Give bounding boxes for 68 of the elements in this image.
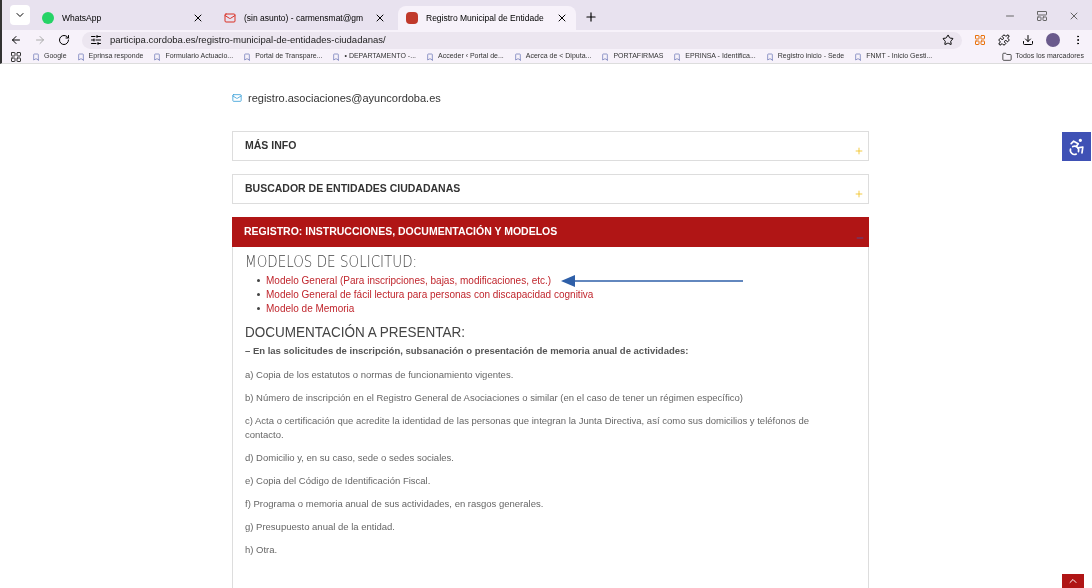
tab-title: WhatsApp — [62, 11, 103, 25]
document-item: f) Programa o memoria anual de sus actividades, en rasgos generales. — [245, 496, 545, 511]
document-item: a) Copia de los estatutos o normas de funcionamiento vigentes. — [245, 367, 515, 382]
accordion-header[interactable]: MÁS INFO — [232, 130, 869, 161]
bullet-icon — [257, 307, 260, 310]
bullet-icon — [257, 279, 260, 282]
section-heading: DOCUMENTACIÓN A PRESENTAR: — [245, 323, 467, 339]
bookmark-icon — [513, 52, 522, 61]
model-link[interactable]: Modelo General de fácil lectura para personas con discapacidad cognitiva — [266, 287, 594, 302]
document-item: g) Presupuesto anual de la entidad. — [245, 519, 396, 534]
docs-intro: – En las solicitudes de inscripción, subsanación o presentación de memoria anual de actividades: — [245, 343, 690, 358]
url-text: participa.cordoba.es/registro-municipal-de-entidades-ciudadanas/ — [110, 32, 387, 47]
bookmark-icon — [426, 52, 435, 61]
accessibility-button[interactable] — [1062, 132, 1091, 161]
document-item: b) Número de inscripción en el Registro General de Asociaciones o similar (en el caso de tener un régimen específico) — [245, 390, 744, 405]
reload-icon[interactable] — [58, 34, 70, 46]
new-tab-icon[interactable] — [584, 10, 598, 24]
mail-icon — [224, 12, 236, 24]
profile-avatar[interactable] — [1046, 33, 1060, 47]
bookmark-icon — [32, 52, 40, 61]
document-item: h) Otra. — [245, 542, 279, 557]
close-icon[interactable] — [192, 12, 204, 24]
scroll-top-button[interactable] — [1062, 574, 1084, 588]
bookmark-icon — [332, 52, 341, 61]
browser-tab[interactable]: (sin asunto) - carmensmat@gm — [216, 6, 394, 30]
address-bar[interactable]: participa.cordoba.es/registro-municipal-de-entidades-ciudadanas/ — [82, 31, 962, 49]
mail-icon — [232, 93, 242, 104]
document-item: d) Domicilio y, en su caso, sede o sedes sociales. — [245, 450, 455, 465]
extensions-icon[interactable] — [998, 34, 1010, 46]
bookmark-icon — [854, 52, 863, 61]
browser-tab[interactable]: Registro Municipal de Entidade — [398, 6, 576, 30]
accordion-header[interactable]: REGISTRO: INSTRUCCIONES, DOCUMENTACIÓN Y MODELOS — [232, 216, 869, 247]
document-item: e) Copia del Código de Identificación Fiscal. — [245, 473, 432, 488]
back-icon[interactable] — [10, 34, 22, 46]
expand-icon — [854, 145, 864, 156]
email-text[interactable]: registro.asociaciones@ayuncordoba.es — [248, 90, 441, 107]
bookmark-icon — [765, 52, 774, 61]
bookmark-icon — [673, 52, 682, 61]
bookmark-icon — [243, 52, 252, 61]
bookmark-icon — [153, 52, 162, 61]
bullet-icon — [257, 293, 260, 296]
close-icon[interactable] — [556, 12, 568, 24]
bookmark-icon — [601, 52, 610, 61]
tab-search-button[interactable] — [10, 5, 30, 25]
browser-tab[interactable]: WhatsApp — [34, 6, 212, 30]
folder-icon — [1001, 51, 1012, 62]
document-item: c) Acta o certificación que acredite la identidad de las personas que integran la Junta Directiva, así como sus domicilios y teléfonos de contacto. — [245, 413, 810, 442]
chat-icon — [42, 12, 54, 24]
close-icon[interactable] — [374, 12, 386, 24]
bookmark-icon — [76, 52, 85, 61]
apps-icon[interactable] — [10, 50, 22, 63]
crest-icon — [406, 12, 418, 24]
model-link[interactable]: Modelo de Memoria — [266, 301, 355, 316]
site-settings-icon — [90, 34, 102, 46]
section-title: BUSCADOR DE ENTIDADES CIUDADANAS — [245, 180, 461, 196]
section-title: REGISTRO: INSTRUCCIONES, DOCUMENTACIÓN Y MODELOS — [244, 223, 558, 239]
tab-title: (sin asunto) - carmensmat@gm — [244, 11, 365, 25]
section-title: MÁS INFO — [245, 137, 297, 153]
tab-title: Registro Municipal de Entidade — [426, 11, 545, 25]
expand-icon — [854, 188, 864, 199]
accordion-header[interactable]: BUSCADOR DE ENTIDADES CIUDADANAS — [232, 173, 869, 204]
bookmark-star-icon[interactable] — [942, 34, 954, 46]
model-link[interactable]: Modelo General (Para inscripciones, bajas, modificaciones, etc.) — [266, 273, 552, 288]
download-icon[interactable] — [1022, 34, 1034, 46]
accessibility-icon — [1066, 136, 1087, 157]
section-heading: MODELOS DE SOLICITUD: — [245, 254, 419, 270]
extension-icon[interactable] — [974, 34, 986, 46]
restore-icon[interactable] — [1036, 10, 1048, 22]
